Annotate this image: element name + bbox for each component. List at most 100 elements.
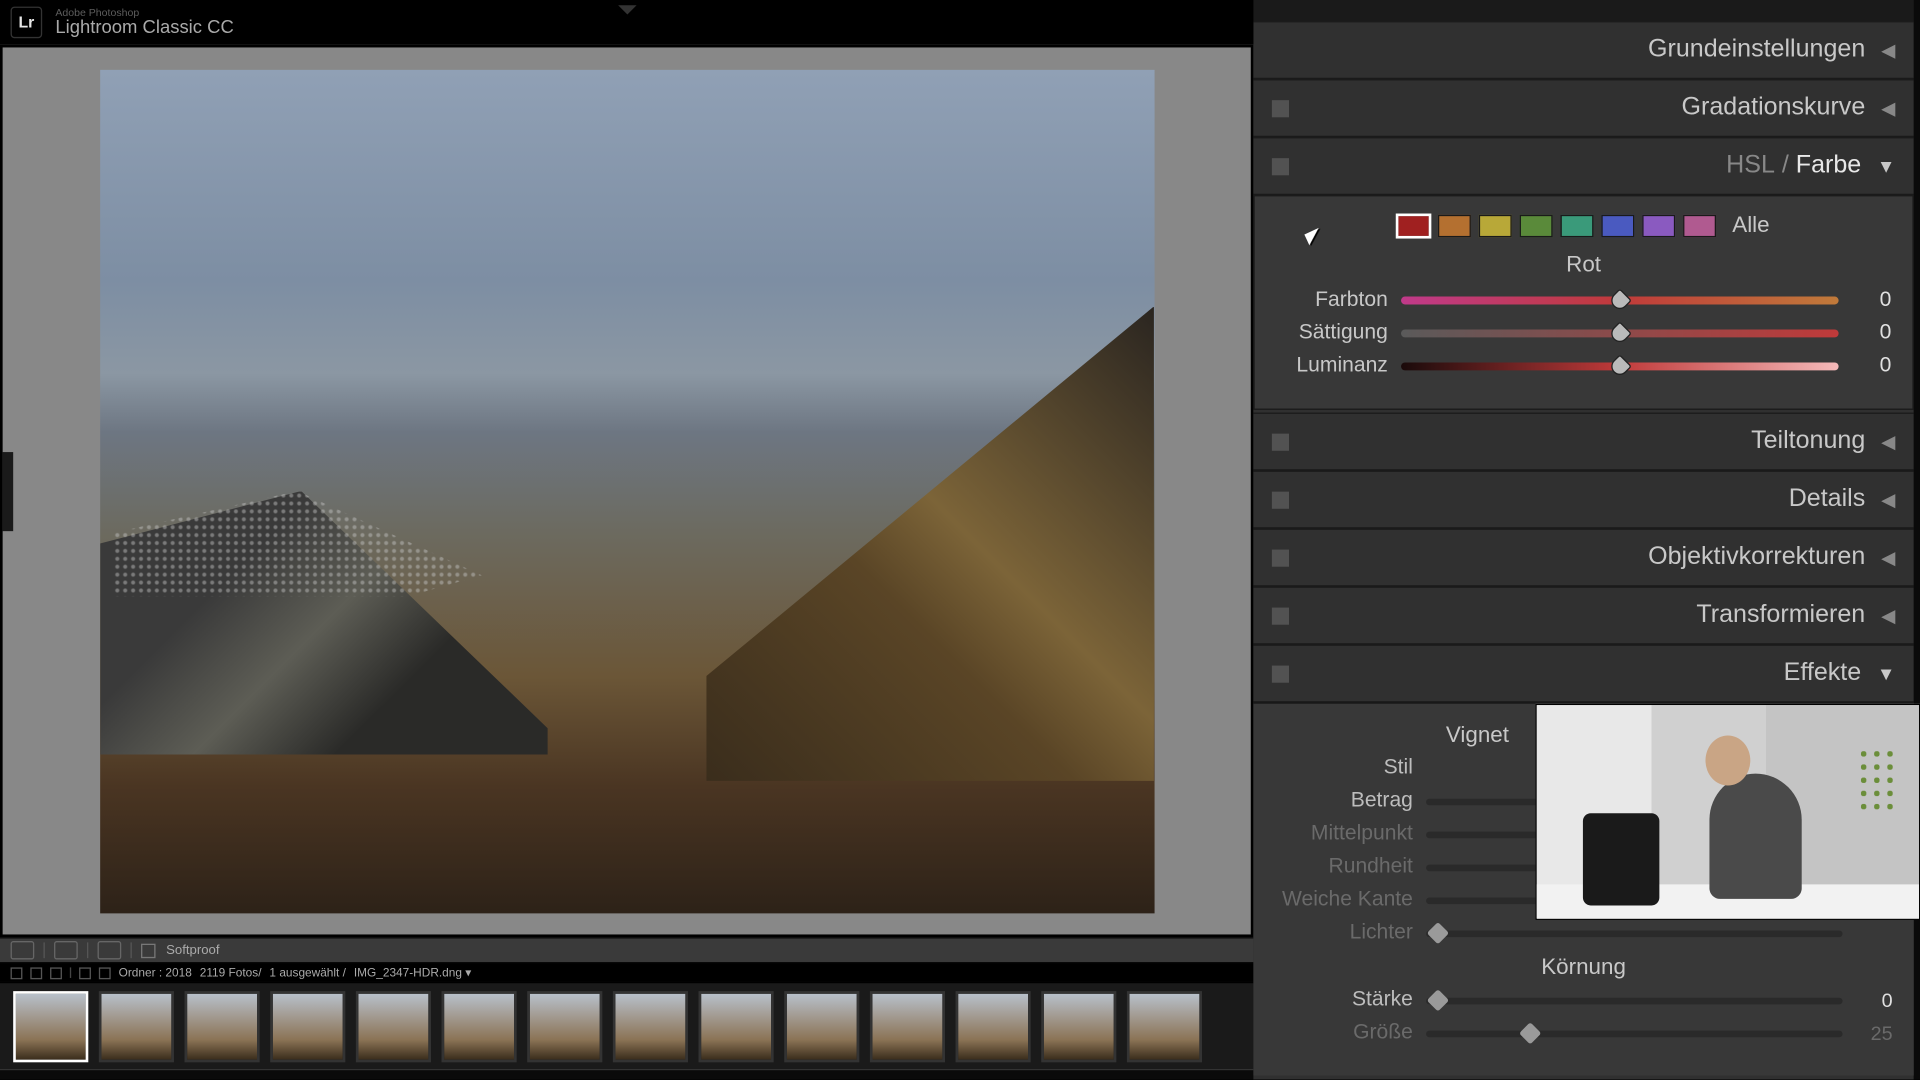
panel-header-detail[interactable]: Details ◀ xyxy=(1253,471,1913,529)
thumbnail[interactable] xyxy=(870,990,945,1061)
thumbnail[interactable] xyxy=(784,990,859,1061)
thumbnail[interactable] xyxy=(613,990,688,1061)
slider-track-saturation[interactable] xyxy=(1401,330,1839,338)
canvas-area[interactable] xyxy=(0,45,1253,937)
swatch-aqua[interactable] xyxy=(1561,214,1594,236)
slider-thumb[interactable] xyxy=(1519,1022,1541,1044)
slider-label: Stärke xyxy=(1275,988,1413,1012)
slider-thumb[interactable] xyxy=(1608,354,1632,378)
farbe-tab[interactable]: Farbe xyxy=(1796,152,1861,181)
panel-enable-toggle[interactable] xyxy=(1272,549,1289,566)
thumbnail[interactable] xyxy=(1127,990,1202,1061)
panel-title: Teiltonung xyxy=(1751,427,1865,456)
webcam-feed xyxy=(1537,705,1919,919)
collapse-icon: ◀ xyxy=(1881,97,1895,119)
slider-label: Größe xyxy=(1275,1021,1413,1045)
slider-thumb[interactable] xyxy=(1427,922,1449,944)
current-filename[interactable]: IMG_2347-HDR.dng ▾ xyxy=(354,965,471,979)
photo-decor xyxy=(706,306,1154,780)
filmstrip-scrollbar[interactable] xyxy=(0,1069,1253,1080)
swatch-magenta[interactable] xyxy=(1683,214,1716,236)
slider-track-luminance[interactable] xyxy=(1401,362,1839,370)
selected-color-name: Rot xyxy=(1276,252,1892,278)
swatch-all[interactable]: Alle xyxy=(1732,212,1769,238)
panel-header-splittoning[interactable]: Teiltonung ◀ xyxy=(1253,413,1913,471)
slider-luminance: Luminanz 0 xyxy=(1276,355,1892,379)
collapse-icon: ▼ xyxy=(1877,663,1895,684)
selected-count: 1 ausgewählt / xyxy=(269,966,346,979)
slider-label: Weiche Kante xyxy=(1275,888,1413,912)
thumbnail[interactable] xyxy=(99,990,174,1061)
thumbnail[interactable] xyxy=(1041,990,1116,1061)
panel-enable-toggle[interactable] xyxy=(1272,433,1289,450)
panel-enable-toggle[interactable] xyxy=(1272,665,1289,682)
slider-value[interactable]: 0 xyxy=(1856,989,1893,1011)
thumbnail[interactable] xyxy=(527,990,602,1061)
panel-header-lens[interactable]: Objektivkorrekturen ◀ xyxy=(1253,529,1913,587)
grid-icon[interactable] xyxy=(30,967,42,979)
thumbnail[interactable] xyxy=(270,990,345,1061)
hsl-tab[interactable]: HSL xyxy=(1726,152,1775,181)
swatch-red[interactable] xyxy=(1397,214,1430,236)
panel-header-effects[interactable]: Effekte ▼ xyxy=(1253,645,1913,703)
panel-enable-toggle[interactable] xyxy=(1272,491,1289,508)
panel-collapse-notch-icon[interactable] xyxy=(617,5,635,14)
slider-track[interactable] xyxy=(1426,930,1842,937)
slider-label: Betrag xyxy=(1275,789,1413,813)
slider-label: Stil xyxy=(1275,757,1413,781)
nav-back-icon[interactable] xyxy=(79,967,91,979)
slider-value[interactable]: 0 xyxy=(1852,289,1892,313)
slider-track[interactable] xyxy=(1426,1030,1842,1037)
before-after-toggle[interactable] xyxy=(54,941,78,959)
slider-value[interactable]: 0 xyxy=(1852,322,1892,346)
main-photo[interactable] xyxy=(100,69,1154,913)
softproof-checkbox[interactable] xyxy=(141,943,155,957)
swatch-purple[interactable] xyxy=(1643,214,1676,236)
meta-bar: Ordner : 2018 2119 Fotos/ 1 ausgewählt /… xyxy=(0,963,1253,981)
slider-label: Lichter xyxy=(1275,921,1413,945)
compare-toggle[interactable] xyxy=(98,941,122,959)
swatch-blue[interactable] xyxy=(1602,214,1635,236)
swatch-yellow[interactable] xyxy=(1479,214,1512,236)
app-logo: Lr xyxy=(11,7,43,39)
thumbnail[interactable] xyxy=(185,990,260,1061)
slider-thumb[interactable] xyxy=(1427,989,1449,1011)
slider-thumb[interactable] xyxy=(1608,288,1632,312)
panel-enable-toggle[interactable] xyxy=(1272,158,1289,175)
collapse-icon: ◀ xyxy=(1881,430,1895,452)
color-swatch-row: Alle xyxy=(1276,212,1892,238)
slider-saturation: Sättigung 0 xyxy=(1276,322,1892,346)
swatch-orange[interactable] xyxy=(1438,214,1471,236)
panel-header-hsl-color[interactable]: HSL / Farbe ▼ xyxy=(1253,137,1913,195)
sort-icon[interactable] xyxy=(50,967,62,979)
filmstrip[interactable] xyxy=(0,982,1253,1069)
folder-path[interactable]: Ordner : 2018 xyxy=(119,966,192,979)
slider-label: Sättigung xyxy=(1276,322,1388,346)
photo-decor xyxy=(113,491,482,596)
panel-header-basic[interactable]: Grundeinstellungen ◀ xyxy=(1253,21,1913,79)
thumbnail[interactable] xyxy=(442,990,517,1061)
slider-thumb[interactable] xyxy=(1608,321,1632,345)
thumbnail[interactable] xyxy=(356,990,431,1061)
thumbnail[interactable] xyxy=(699,990,774,1061)
webcam-overlay xyxy=(1535,704,1920,920)
thumbnail[interactable] xyxy=(13,990,88,1061)
panel-header-transform[interactable]: Transformieren ◀ xyxy=(1253,587,1913,645)
slider-value[interactable]: 25 xyxy=(1856,1022,1893,1044)
nav-fwd-icon[interactable] xyxy=(99,967,111,979)
panel-enable-toggle[interactable] xyxy=(1272,607,1289,624)
slider-track-hue[interactable] xyxy=(1401,297,1839,305)
app-logo-text: Lr xyxy=(18,13,34,31)
second-window-icon[interactable] xyxy=(11,967,23,979)
swatch-green[interactable] xyxy=(1520,214,1553,236)
slider-value[interactable]: 0 xyxy=(1852,355,1892,379)
thumbnail[interactable] xyxy=(956,990,1031,1061)
panel-enable-toggle[interactable] xyxy=(1272,100,1289,117)
panel-header-tonecurve[interactable]: Gradationskurve ◀ xyxy=(1253,79,1913,137)
panel-title: Transformieren xyxy=(1696,601,1865,630)
slider-track[interactable] xyxy=(1426,997,1842,1004)
panel-title: Gradationskurve xyxy=(1682,94,1866,123)
collapse-icon: ◀ xyxy=(1881,488,1895,510)
left-panel-expand-handle[interactable] xyxy=(3,451,14,530)
view-mode-toggle[interactable] xyxy=(11,941,35,959)
